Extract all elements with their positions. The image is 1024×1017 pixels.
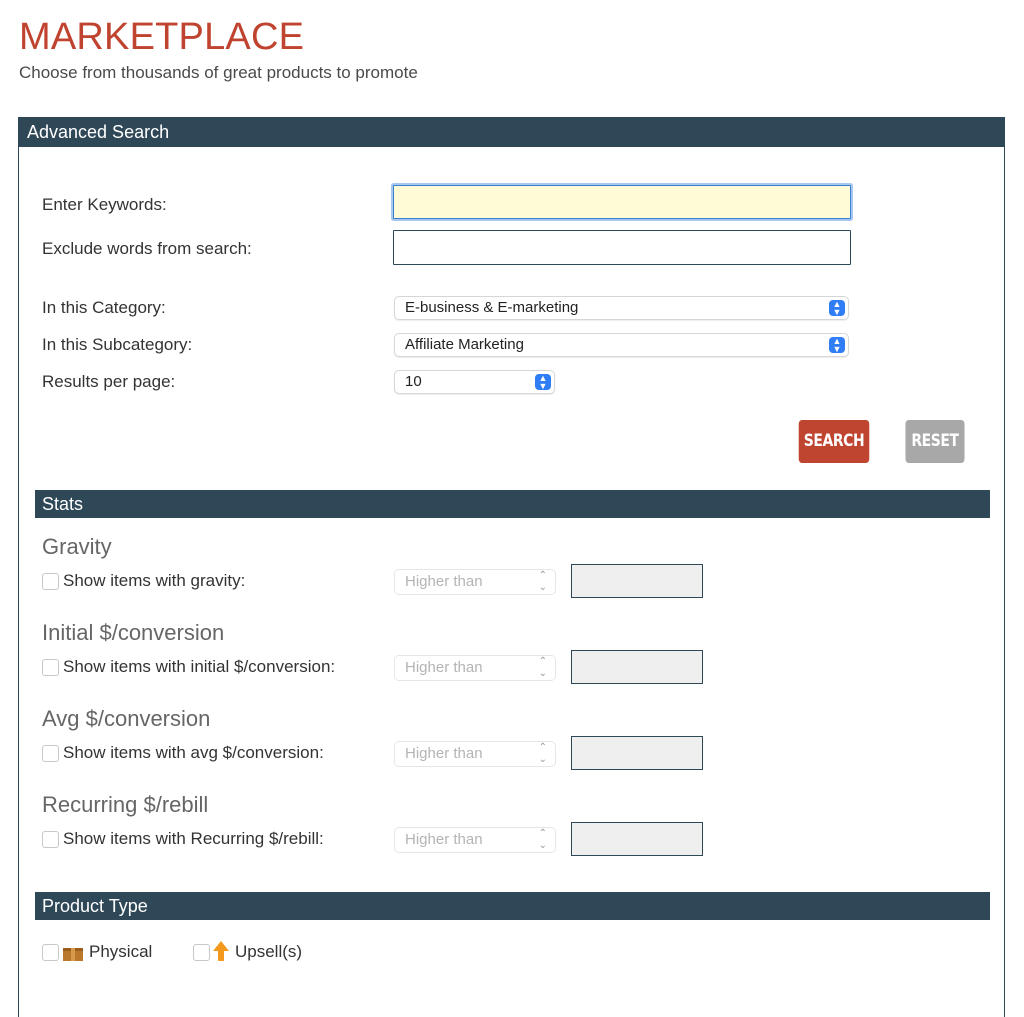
recurring-rebill-checkbox-label: Show items with Recurring $/rebill: xyxy=(63,829,324,848)
initial-conversion-comparator-value: Higher than xyxy=(405,659,483,676)
avg-conversion-title: Avg $/conversion xyxy=(42,706,211,731)
exclude-words-label: Exclude words from search: xyxy=(42,239,252,258)
gravity-comparator-select[interactable]: Higher than ⌃ ⌄ xyxy=(394,569,556,595)
initial-conversion-checkbox[interactable] xyxy=(42,659,59,676)
page-title: MARKETPLACE xyxy=(19,16,305,58)
up-arrow-icon xyxy=(213,941,229,961)
results-per-page-label: Results per page: xyxy=(42,372,176,391)
gravity-checkbox-label: Show items with gravity: xyxy=(63,571,246,590)
physical-checkbox[interactable] xyxy=(42,944,59,961)
reset-button[interactable]: RESET xyxy=(905,420,965,463)
avg-conversion-checkbox-label: Show items with avg $/conversion: xyxy=(63,743,324,762)
initial-conversion-comparator-select[interactable]: Higher than ⌃ ⌄ xyxy=(394,655,556,681)
initial-conversion-checkbox-label: Show items with initial $/conversion: xyxy=(63,657,336,676)
category-select[interactable]: E-business & E-marketing ▲ ▼ xyxy=(394,296,849,320)
subcategory-select-value: Affiliate Marketing xyxy=(405,336,524,353)
gravity-comparator-value: Higher than xyxy=(405,573,483,590)
gravity-title: Gravity xyxy=(42,534,112,559)
recurring-rebill-comparator-select[interactable]: Higher than ⌃ ⌄ xyxy=(394,827,556,853)
physical-label: Physical xyxy=(89,942,153,961)
recurring-rebill-comparator-value: Higher than xyxy=(405,831,483,848)
search-button[interactable]: SEARCH xyxy=(798,420,870,463)
select-chevron-icon: ⌃ ⌄ xyxy=(538,656,547,679)
upsell-checkbox[interactable] xyxy=(193,944,210,961)
stats-heading: Stats xyxy=(35,490,990,518)
select-chevron-icon: ⌃ ⌄ xyxy=(538,828,547,851)
avg-conversion-comparator-value: Higher than xyxy=(405,745,483,762)
gravity-value-input[interactable] xyxy=(571,564,703,598)
select-chevron-icon: ⌃ ⌄ xyxy=(538,742,547,765)
keywords-label: Enter Keywords: xyxy=(42,195,167,214)
box-icon xyxy=(63,948,83,961)
gravity-checkbox[interactable] xyxy=(42,573,59,590)
avg-conversion-comparator-select[interactable]: Higher than ⌃ ⌄ xyxy=(394,741,556,767)
results-per-page-select[interactable]: 10 ▲ ▼ xyxy=(394,370,555,394)
initial-conversion-value-input[interactable] xyxy=(571,650,703,684)
select-arrows-icon: ▲ ▼ xyxy=(829,337,845,354)
page-subtitle: Choose from thousands of great products … xyxy=(19,63,418,82)
exclude-words-input[interactable] xyxy=(393,230,851,265)
select-arrows-icon: ▲ ▼ xyxy=(535,374,551,391)
avg-conversion-checkbox[interactable] xyxy=(42,745,59,762)
advanced-search-heading: Advanced Search xyxy=(19,118,1004,147)
avg-conversion-value-input[interactable] xyxy=(571,736,703,770)
category-select-value: E-business & E-marketing xyxy=(405,299,579,316)
recurring-rebill-value-input[interactable] xyxy=(571,822,703,856)
initial-conversion-title: Initial $/conversion xyxy=(42,620,225,645)
category-label: In this Category: xyxy=(42,298,166,317)
product-type-heading: Product Type xyxy=(35,892,990,920)
subcategory-label: In this Subcategory: xyxy=(42,335,193,354)
select-arrows-icon: ▲ ▼ xyxy=(829,300,845,317)
subcategory-select[interactable]: Affiliate Marketing ▲ ▼ xyxy=(394,333,849,357)
recurring-rebill-checkbox[interactable] xyxy=(42,831,59,848)
recurring-rebill-title: Recurring $/rebill xyxy=(42,792,209,817)
results-per-page-value: 10 xyxy=(405,373,422,390)
keywords-input[interactable] xyxy=(393,185,851,219)
select-chevron-icon: ⌃ ⌄ xyxy=(538,570,547,593)
upsell-label: Upsell(s) xyxy=(235,942,303,961)
